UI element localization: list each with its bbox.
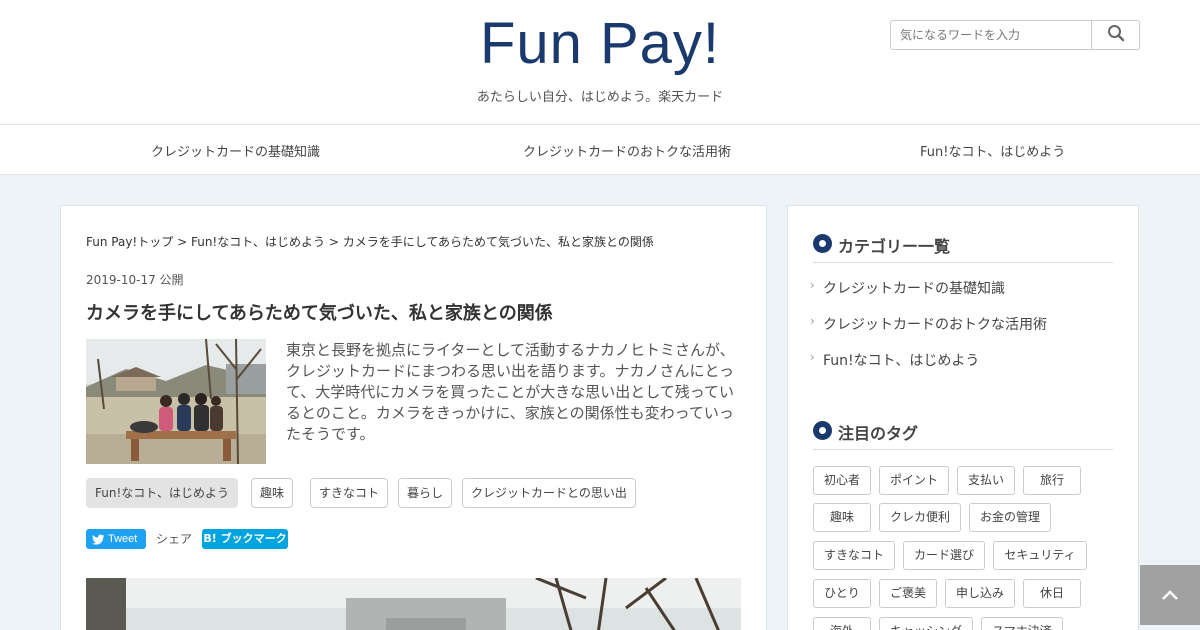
site-header: Fun Pay! あたらしい自分、はじめよう。楽天カード <box>0 0 1200 125</box>
site-tagline: あたらしい自分、はじめよう。楽天カード <box>476 90 724 105</box>
twitter-bird-icon <box>92 533 105 553</box>
search-button[interactable] <box>1091 21 1139 49</box>
heading-bullet-icon <box>813 421 832 440</box>
tag-cloud-item[interactable]: すきなコト <box>813 541 895 570</box>
chevron-up-icon <box>1161 586 1179 605</box>
tag-cloud-item[interactable]: お金の管理 <box>969 503 1051 532</box>
tag-cloud-item[interactable]: キャッシング <box>879 617 973 630</box>
heading-bullet-icon <box>813 234 832 253</box>
sidebar-category-credit-basics[interactable]: クレジットカードの基礎知識 <box>823 278 1005 298</box>
sidebar: カテゴリー一覧 › クレジットカードの基礎知識 › クレジットカードのおトクな活… <box>787 205 1139 630</box>
sidebar-category-fun-things[interactable]: Fun!なコト、はじめよう <box>823 350 979 370</box>
chevron-right-icon: › <box>810 350 815 364</box>
chevron-right-icon: › <box>810 314 815 328</box>
chevron-right-icon: › <box>810 278 815 292</box>
article-card: Fun Pay!トップ > Fun!なコト、はじめよう > カメラを手にしてあら… <box>60 205 767 630</box>
search-icon <box>1107 24 1125 46</box>
breadcrumb-home-link[interactable]: Fun Pay!トップ <box>86 235 173 249</box>
tag-cloud-item[interactable]: ご褒美 <box>879 579 937 608</box>
tweet-button[interactable]: Tweet <box>86 529 146 549</box>
sidebar-category-credit-tips[interactable]: クレジットカードのおトクな活用術 <box>823 314 1047 334</box>
tag-cloud-item[interactable]: ポイント <box>879 466 949 495</box>
tag-cloud-item[interactable]: 趣味 <box>813 503 871 532</box>
search-box <box>890 20 1140 50</box>
breadcrumb: Fun Pay!トップ > Fun!なコト、はじめよう > カメラを手にしてあら… <box>86 233 654 250</box>
nav-item-credit-basics[interactable]: クレジットカードの基礎知識 <box>151 141 320 160</box>
breadcrumb-category-link[interactable]: Fun!なコト、はじめよう <box>191 235 325 249</box>
tag-cloud-item[interactable]: 休日 <box>1023 579 1081 608</box>
publish-date: 2019-10-17 公開 <box>86 273 184 287</box>
breadcrumb-separator: > <box>328 235 339 249</box>
article-excerpt: 東京と長野を拠点にライターとして活動するナカノヒトミさんが、クレジットカードにま… <box>286 341 735 443</box>
categories-heading: カテゴリー一覧 <box>813 233 1113 263</box>
hatena-bookmark-button[interactable]: B! ブックマーク <box>202 529 288 549</box>
share-label: シェア <box>156 532 193 546</box>
article-title[interactable]: カメラを手にしてあらためて気づいた、私と家族との関係 <box>86 299 553 325</box>
article-thumbnail[interactable] <box>86 339 266 464</box>
breadcrumb-current: カメラを手にしてあらためて気づいた、私と家族との関係 <box>342 235 654 249</box>
tweet-label: Tweet <box>108 533 138 545</box>
article-hero-image <box>86 578 741 630</box>
breadcrumb-separator: > <box>177 235 188 249</box>
tag-cloud-item[interactable]: ひとり <box>813 579 871 608</box>
tag-cloud-item[interactable]: 初心者 <box>813 466 871 495</box>
tag-cloud-item[interactable]: 海外 <box>813 617 871 630</box>
article-tag[interactable]: クレジットカードとの思い出 <box>462 478 636 508</box>
article-tag[interactable]: Fun!なコト、はじめよう <box>86 478 239 508</box>
article-tag[interactable]: すきなコト <box>310 478 389 508</box>
tags-heading: 注目のタグ <box>813 420 1113 450</box>
tag-cloud-item[interactable]: カード選び <box>903 541 985 570</box>
nav-item-credit-tips[interactable]: クレジットカードのおトクな活用術 <box>523 141 731 160</box>
global-nav: クレジットカードの基礎知識 クレジットカードのおトクな活用術 Fun!なコト、は… <box>0 125 1200 175</box>
tag-cloud-item[interactable]: セキュリティ <box>993 541 1087 570</box>
back-to-top-button[interactable] <box>1140 565 1200 625</box>
nav-item-fun-things[interactable]: Fun!なコト、はじめよう <box>920 141 1065 160</box>
search-input[interactable] <box>891 21 1091 49</box>
tag-cloud: 初心者 ポイント 支払い 旅行 趣味 クレカ便利 お金の管理 すきなコト カード… <box>813 466 1123 630</box>
article-tag[interactable]: 暮らし <box>398 478 453 508</box>
tag-cloud-item[interactable]: クレカ便利 <box>879 503 961 532</box>
tag-cloud-item[interactable]: 申し込み <box>945 579 1015 608</box>
tag-cloud-item[interactable]: 旅行 <box>1023 466 1081 495</box>
tag-cloud-item[interactable]: 支払い <box>957 466 1015 495</box>
article-tag[interactable]: 趣味 <box>251 478 294 508</box>
tag-cloud-item[interactable]: スマホ決済 <box>981 617 1063 630</box>
